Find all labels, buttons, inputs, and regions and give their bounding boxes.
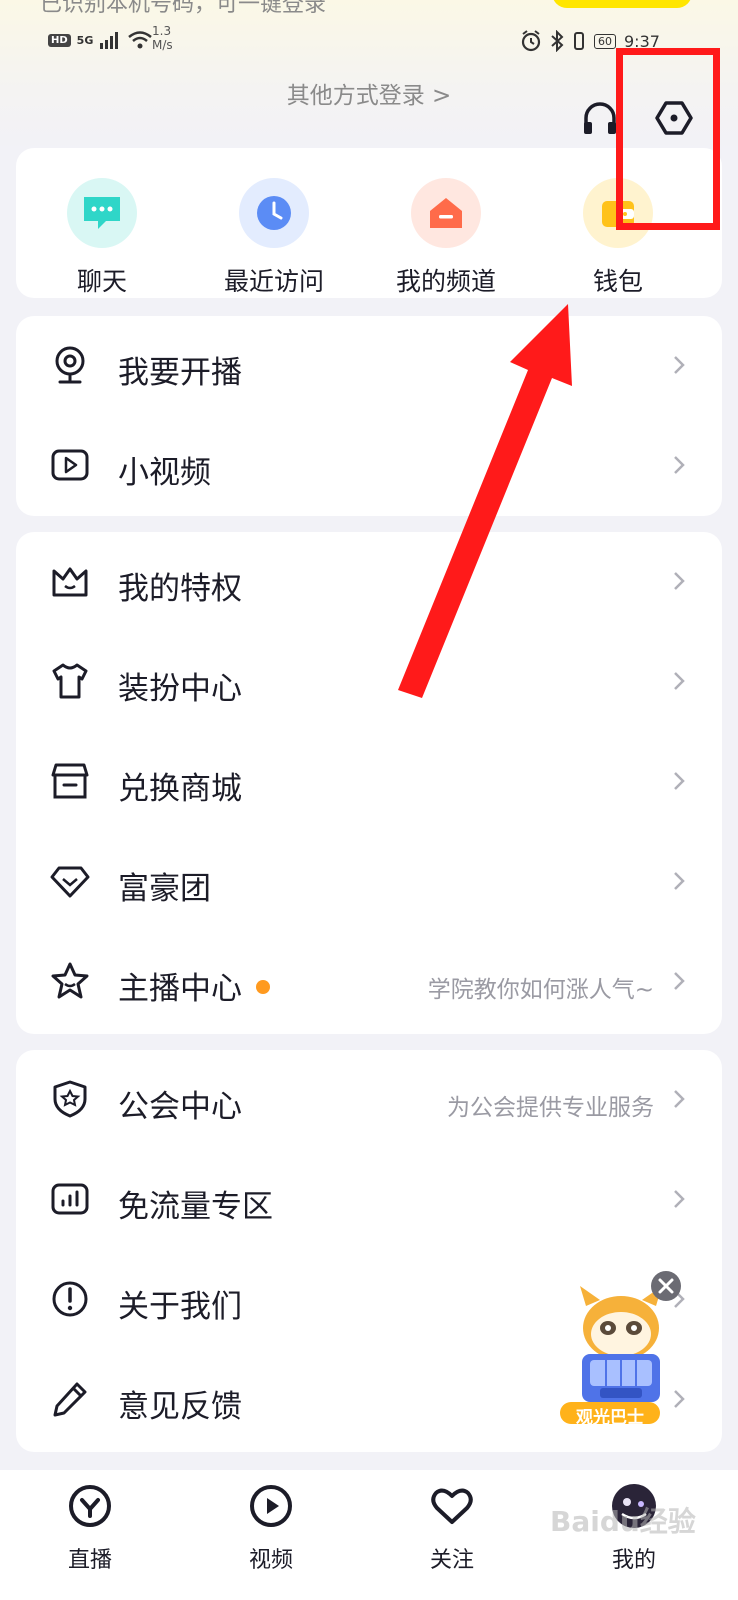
bluetooth-icon — [551, 30, 564, 52]
tshirt-icon — [52, 663, 88, 699]
headphones-icon[interactable] — [580, 98, 620, 138]
row-label: 我的特权 — [118, 571, 242, 607]
vibrate-icon — [574, 32, 584, 50]
floating-ad-sightseeing-bus[interactable]: 观光巴士 — [556, 1271, 686, 1428]
wifi-icon — [128, 31, 153, 49]
row-label: 免流量专区 — [118, 1189, 273, 1225]
row-label: 主播中心 — [118, 963, 270, 1008]
chevron-right-icon — [674, 1190, 685, 1208]
one-tap-login-hint: 已识别本机号码，可一键登录 — [40, 0, 327, 17]
battery-level: 60 — [594, 33, 616, 49]
chevron-right-icon — [674, 572, 685, 590]
data-bars-icon — [51, 1183, 89, 1215]
video-play-icon — [51, 449, 89, 481]
chevron-right-icon — [674, 872, 685, 890]
shield-star-icon — [53, 1080, 87, 1118]
row-label: 意见反馈 — [118, 1389, 242, 1425]
clock-icon — [239, 178, 309, 248]
menu-group-services: 我的特权 装扮中心 兑换商城 富豪团 主播中心 学院教你如何涨人气~ — [16, 532, 722, 1034]
row-label: 我要开播 — [118, 355, 242, 391]
close-circle-icon[interactable] — [650, 1270, 682, 1302]
menu-row-rich-club[interactable]: 富豪团 — [16, 832, 722, 932]
quick-action-chat[interactable]: 聊天 — [32, 178, 172, 298]
menu-row-dressup[interactable]: 装扮中心 — [16, 632, 722, 732]
row-label: 公会中心 — [118, 1089, 242, 1125]
menu-row-exchange-mall[interactable]: 兑换商城 — [16, 732, 722, 832]
live-icon — [69, 1485, 111, 1527]
row-label: 关于我们 — [118, 1289, 242, 1325]
video-tab-icon — [250, 1485, 292, 1527]
chevron-right-icon — [674, 972, 685, 990]
quick-action-recent[interactable]: 最近访问 — [204, 178, 344, 298]
baidu-watermark: Baidu经验 — [550, 1505, 696, 1538]
home-channel-icon — [411, 178, 481, 248]
info-icon — [52, 1281, 88, 1317]
chat-bubble-icon — [67, 178, 137, 248]
chevron-right-icon — [674, 772, 685, 790]
tab-label: 直播 — [67, 1548, 112, 1573]
row-subtitle: 学院教你如何涨人气~ — [427, 977, 654, 1003]
row-label: 装扮中心 — [118, 671, 242, 707]
tab-live[interactable]: 直播 — [30, 1482, 150, 1574]
tab-video[interactable]: 视频 — [211, 1482, 331, 1574]
tab-label: 视频 — [248, 1548, 293, 1573]
star-icon — [51, 962, 89, 999]
webcam-icon — [55, 346, 85, 384]
quick-action-label: 最近访问 — [223, 267, 324, 296]
chevron-right-icon — [674, 356, 685, 374]
chevron-right-icon — [674, 456, 685, 474]
row-label: 富豪团 — [118, 871, 211, 907]
notification-dot — [256, 979, 270, 994]
diamond-icon — [50, 866, 90, 898]
menu-row-free-data[interactable]: 免流量专区 — [16, 1150, 722, 1250]
signal-icon — [100, 32, 119, 49]
tab-label: 我的 — [611, 1548, 656, 1573]
highlight-box-annotation — [616, 48, 720, 230]
store-icon — [51, 763, 89, 799]
quick-action-channel[interactable]: 我的频道 — [376, 178, 516, 298]
floating-ad-label: 观光巴士 — [576, 1408, 644, 1428]
hd-badge: HD — [48, 33, 71, 47]
chevron-right-icon — [674, 672, 685, 690]
one-tap-login-button[interactable] — [552, 0, 692, 8]
crown-icon — [52, 567, 88, 597]
row-label: 小视频 — [118, 455, 211, 491]
chevron-right-icon — [674, 1090, 685, 1108]
menu-row-anchor-center[interactable]: 主播中心 学院教你如何涨人气~ — [16, 932, 722, 1032]
network-speed: 1.3 M/s — [152, 24, 173, 52]
network-label: 5G — [76, 33, 94, 47]
red-arrow-annotation — [398, 304, 572, 698]
pencil-icon — [53, 1382, 87, 1417]
tab-label: 关注 — [429, 1548, 474, 1573]
row-label: 兑换商城 — [118, 771, 242, 807]
alarm-icon — [521, 30, 541, 52]
quick-action-label: 聊天 — [76, 267, 127, 296]
menu-row-short-video[interactable]: 小视频 — [16, 416, 722, 516]
menu-row-privileges[interactable]: 我的特权 — [16, 532, 722, 632]
row-subtitle: 为公会提供专业服务 — [447, 1095, 654, 1121]
menu-row-start-live[interactable]: 我要开播 — [16, 316, 722, 416]
tab-follow[interactable]: 关注 — [392, 1482, 512, 1574]
menu-group-live: 我要开播 小视频 — [16, 316, 722, 516]
menu-row-guild-center[interactable]: 公会中心 为公会提供专业服务 — [16, 1050, 722, 1150]
heart-icon — [431, 1488, 473, 1524]
